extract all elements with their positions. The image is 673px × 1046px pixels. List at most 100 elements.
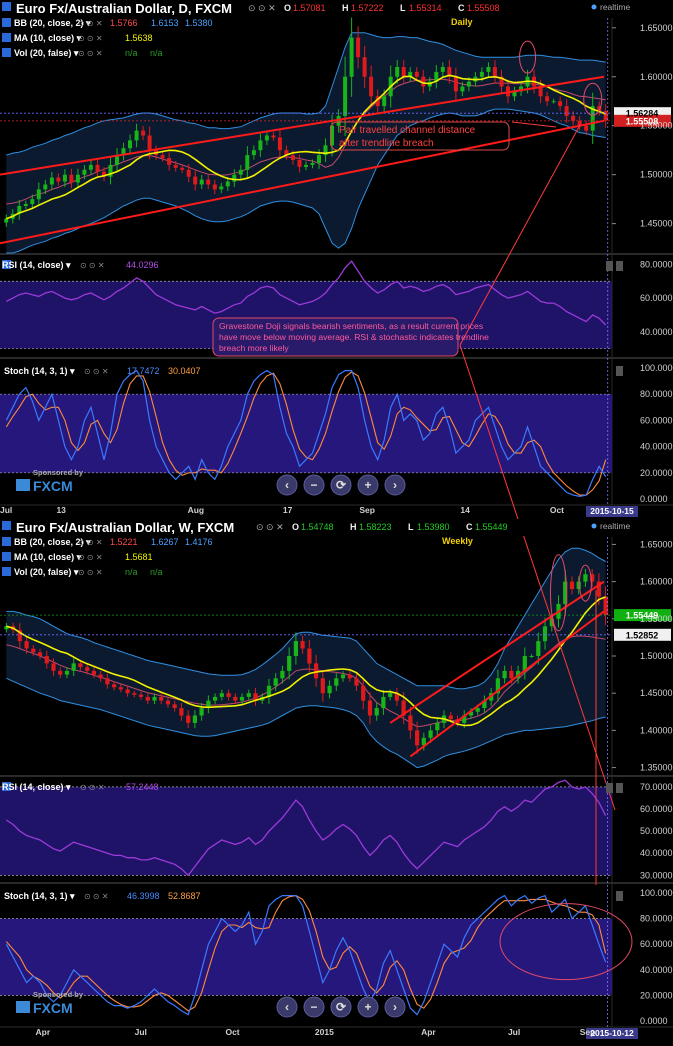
candle xyxy=(307,648,312,664)
chart-menu-icon[interactable] xyxy=(2,521,11,530)
ohlc-value: 1.55508 xyxy=(467,3,500,13)
candle xyxy=(388,693,393,697)
annotation-text: Pair travelled channel distance xyxy=(339,125,476,136)
scroll-left-icon: ‹ xyxy=(285,1000,289,1014)
candle xyxy=(414,71,419,77)
candle xyxy=(141,130,146,136)
realtime-dot-icon xyxy=(591,4,597,10)
pane-close-icon[interactable] xyxy=(616,891,623,901)
sponsor-brand: FXCM xyxy=(33,1000,73,1016)
candle xyxy=(172,704,177,708)
stoch-tick-label: 100.0000 xyxy=(640,363,673,373)
study-menu-icon[interactable] xyxy=(2,567,11,576)
study-control-icons: ⊙ ⊙ ✕ xyxy=(78,538,103,547)
study-menu-icon[interactable] xyxy=(2,48,11,57)
candle xyxy=(293,641,298,656)
stoch-tick-label: 60.0000 xyxy=(640,939,673,949)
study-value: 1.4176 xyxy=(185,537,213,547)
pane-close-icon[interactable] xyxy=(616,366,623,376)
candle xyxy=(440,67,445,72)
candle xyxy=(551,101,556,103)
ohlc-key: H xyxy=(342,3,349,13)
candle xyxy=(408,715,413,731)
study-menu-icon[interactable] xyxy=(2,18,11,27)
candle xyxy=(37,652,43,656)
candle xyxy=(314,663,319,679)
candle xyxy=(362,57,367,77)
x-axis-label: Jul xyxy=(0,505,12,515)
candle xyxy=(82,169,87,175)
timeframe-label: Daily xyxy=(451,17,473,27)
study-label: MA (10, close) ▾ xyxy=(14,552,82,562)
ohlc-value: 1.55314 xyxy=(409,3,442,13)
study-menu-icon[interactable] xyxy=(2,552,11,561)
candle xyxy=(186,715,191,723)
price-tick-label: 1.50000 xyxy=(640,170,673,180)
candle xyxy=(479,71,484,77)
rsi-tick-label: 50.0000 xyxy=(640,826,673,836)
candle xyxy=(232,174,237,182)
candle xyxy=(367,700,373,716)
study-value: n/a xyxy=(125,567,138,577)
candle xyxy=(277,137,282,151)
price-tick-label: 1.45000 xyxy=(640,219,673,229)
study-menu-icon[interactable] xyxy=(2,537,11,546)
candle xyxy=(4,218,9,223)
candle xyxy=(56,177,61,182)
candle xyxy=(167,158,172,165)
x-axis-label: 17 xyxy=(283,505,293,515)
candle xyxy=(179,708,184,716)
candle xyxy=(486,67,491,72)
chart-menu-icon[interactable] xyxy=(2,2,11,11)
study-control-icons: ⊙ ⊙ ✕ xyxy=(78,49,103,58)
candle xyxy=(258,140,263,151)
stoch-tick-label: 20.0000 xyxy=(640,468,673,478)
pane-collapse-icon[interactable] xyxy=(606,783,613,793)
scroll-left-icon: ‹ xyxy=(285,478,289,492)
stoch-k-value: 17.7472 xyxy=(127,366,160,376)
study-menu-icon[interactable] xyxy=(2,33,11,42)
rsi-label: RSI (14, close) ▾ xyxy=(2,260,71,270)
candle xyxy=(576,581,581,589)
stoch-tick-label: 80.0000 xyxy=(640,389,673,399)
candle xyxy=(165,700,171,705)
rsi-label: RSI (14, close) ▾ xyxy=(2,782,71,792)
study-value: 1.5638 xyxy=(125,33,153,43)
study-value: 1.5221 xyxy=(110,537,138,547)
candle xyxy=(239,696,245,701)
sponsor-brand: FXCM xyxy=(33,478,73,494)
candle xyxy=(300,641,305,649)
candle xyxy=(569,581,575,589)
price-badge-label: 1.52852 xyxy=(626,630,659,640)
ohlc-key: L xyxy=(408,522,414,532)
candle xyxy=(91,670,96,675)
study-value: 1.6267 xyxy=(151,537,179,547)
study-control-icons: ⊙ ⊙ ✕ xyxy=(78,568,103,577)
candle xyxy=(51,663,56,671)
candle xyxy=(112,684,117,688)
candle xyxy=(401,67,406,77)
ohlc-key: C xyxy=(458,3,465,13)
candle xyxy=(30,199,35,204)
candle xyxy=(466,81,471,87)
candle xyxy=(381,696,386,709)
x-axis-label: Jul xyxy=(508,1027,520,1037)
candle xyxy=(160,155,165,158)
candle xyxy=(31,648,36,653)
pane-close-icon[interactable] xyxy=(616,783,623,793)
candle xyxy=(225,181,230,187)
candle xyxy=(502,670,507,679)
candle xyxy=(71,663,76,671)
candle xyxy=(382,96,387,107)
candle xyxy=(23,204,28,206)
pane-collapse-icon[interactable] xyxy=(606,261,613,271)
ohlc-value: 1.54748 xyxy=(301,522,334,532)
fxcm-logo-icon xyxy=(16,1001,30,1013)
x-axis-label: Apr xyxy=(421,1027,436,1037)
pane-close-icon[interactable] xyxy=(616,261,623,271)
ohlc-value: 1.57222 xyxy=(351,3,384,13)
price-tick-label: 1.65000 xyxy=(640,23,673,33)
candle xyxy=(395,67,400,77)
price-badge-label: 1.55508 xyxy=(626,116,659,126)
rsi-annotation-text: have move below moving average. RSI & st… xyxy=(219,332,489,342)
